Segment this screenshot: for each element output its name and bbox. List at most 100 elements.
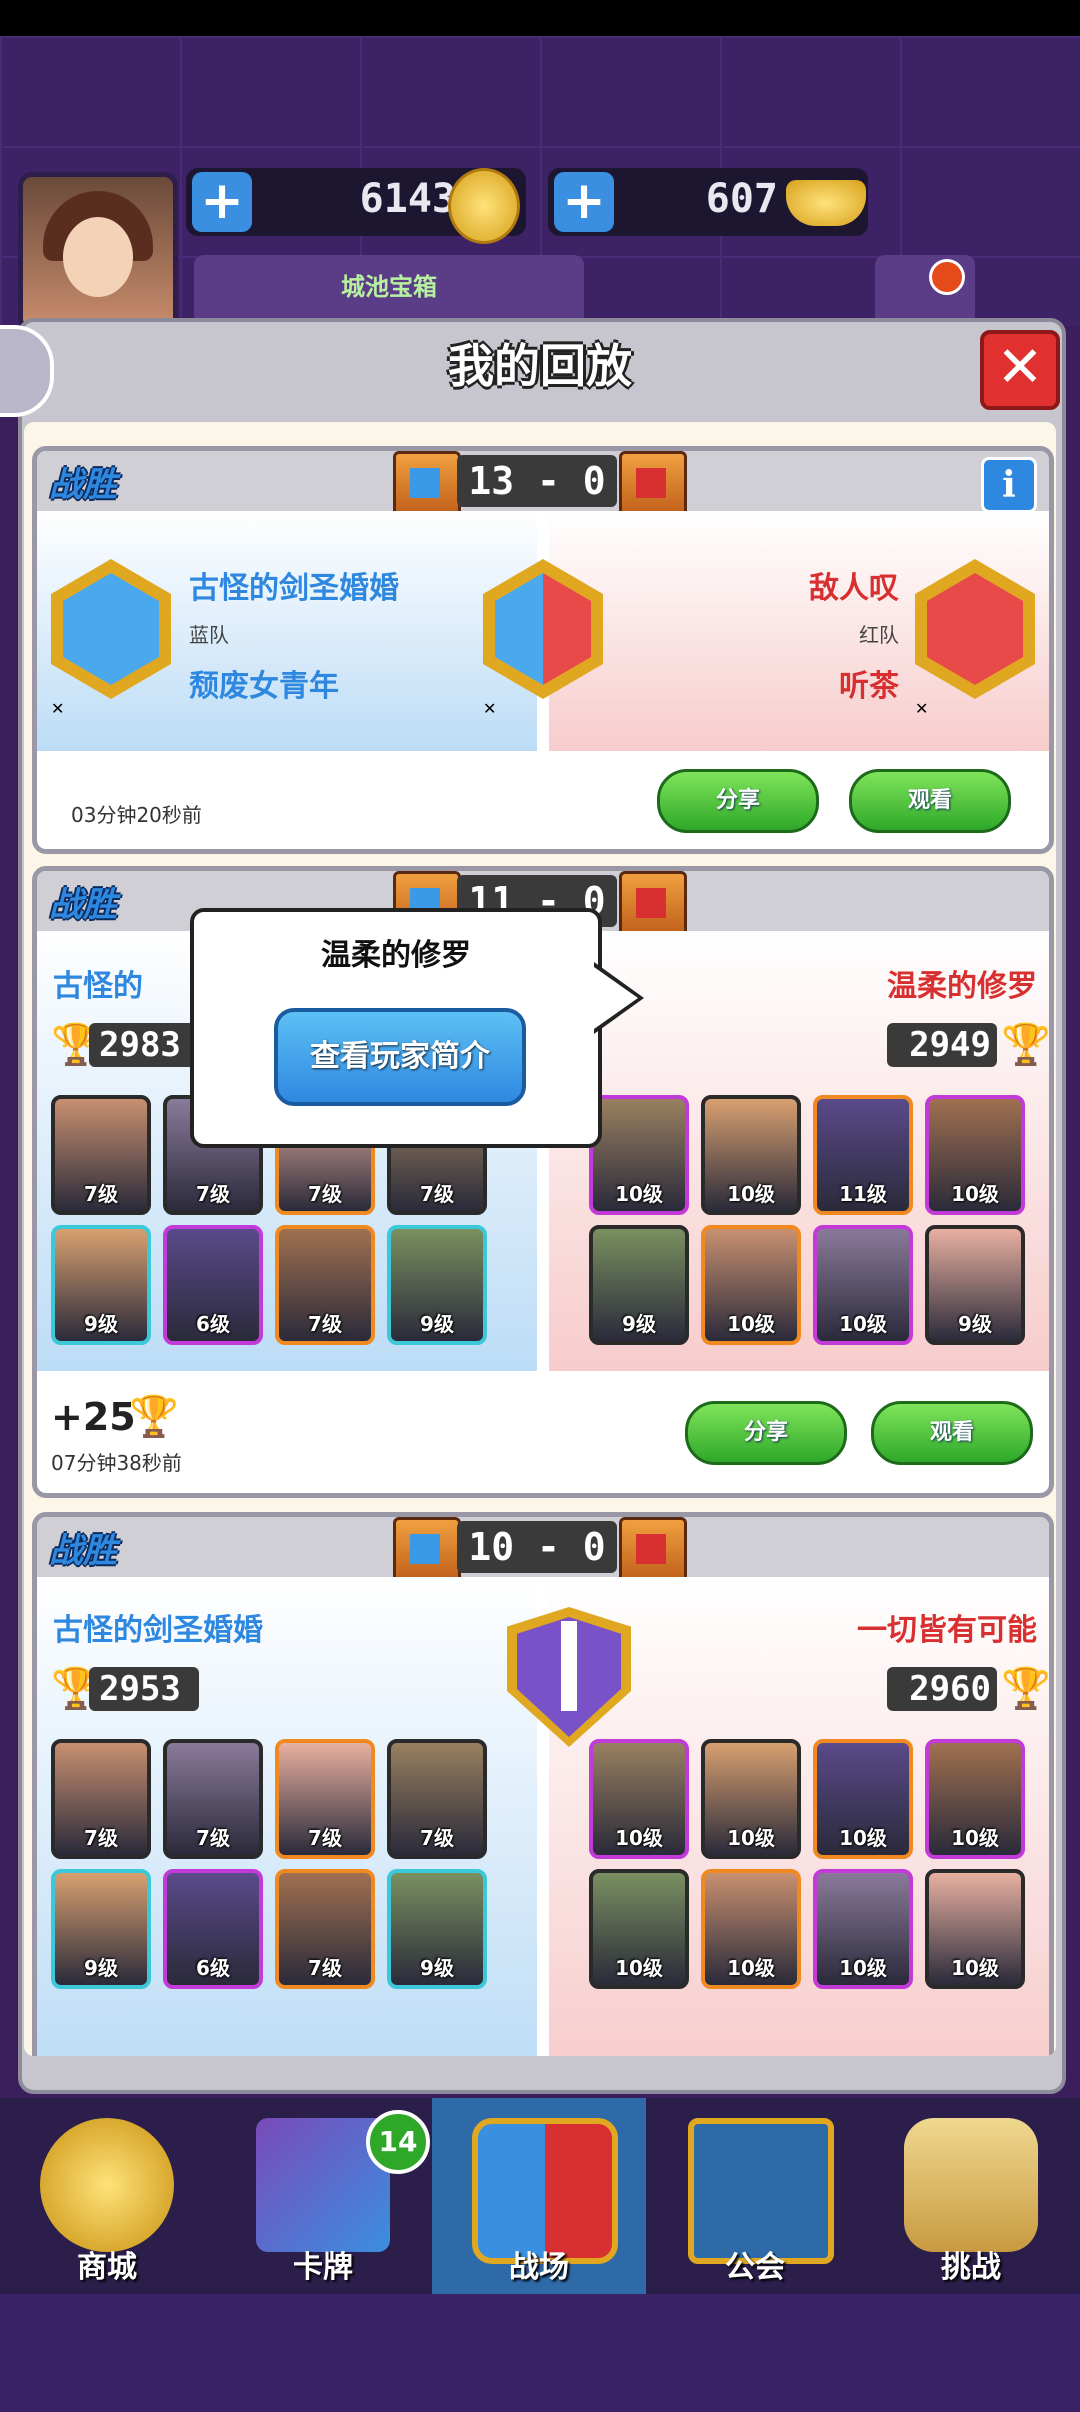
settings-gear-icon[interactable]: [875, 255, 975, 325]
red-hero-card[interactable]: 10级: [925, 1095, 1025, 1215]
blue-hero-card[interactable]: 7级: [275, 1869, 375, 1989]
red-hero-card[interactable]: 10级: [589, 1869, 689, 1989]
red-player-name[interactable]: 敌人叹: [809, 563, 899, 607]
hero-level: 10级: [727, 1312, 775, 1336]
watch-button[interactable]: 观看: [849, 769, 1011, 833]
red-hero-card[interactable]: 10级: [925, 1739, 1025, 1859]
score: 13 - 0: [457, 455, 617, 507]
blue-hero-card[interactable]: 9级: [387, 1869, 487, 1989]
red-team-label: 红队: [859, 623, 899, 647]
nav-label: 战场: [509, 2250, 569, 2285]
red-hero-card[interactable]: 10级: [813, 1869, 913, 1989]
watch-button[interactable]: 观看: [871, 1401, 1033, 1465]
player-avatar[interactable]: [18, 172, 178, 332]
bottom-bar: [0, 2294, 1080, 2412]
hero-level: 7级: [84, 1182, 118, 1206]
red-hero-card[interactable]: 9级: [925, 1225, 1025, 1345]
blue-hero-card[interactable]: 9级: [51, 1869, 151, 1989]
red-gate-icon: [619, 1517, 687, 1583]
trophy-icon: 🏆: [129, 1394, 179, 1440]
red-hero-card[interactable]: 11级: [813, 1095, 913, 1215]
blue-hero-card[interactable]: 7级: [387, 1739, 487, 1859]
nav-shop[interactable]: 商城: [0, 2098, 214, 2294]
red-hero-card[interactable]: 10级: [813, 1739, 913, 1859]
red-player-name[interactable]: 温柔的修罗: [887, 961, 1037, 1005]
modal-title: 我的回放: [448, 339, 632, 393]
hero-level: 10级: [615, 1956, 663, 1980]
blue-team-label: 蓝队: [189, 623, 229, 647]
blue-hero-card[interactable]: 7级: [163, 1739, 263, 1859]
trophy-icon: 🏆: [51, 1022, 101, 1068]
blue-partner-name[interactable]: 颓废女青年: [189, 661, 339, 705]
red-hero-card[interactable]: 10级: [701, 1225, 801, 1345]
red-hero-card[interactable]: 10级: [589, 1095, 689, 1215]
hero-level: 10级: [839, 1826, 887, 1850]
city-chest[interactable]: 城池宝箱: [194, 255, 584, 325]
hero-level: 9级: [84, 1312, 118, 1336]
score: 10 - 0: [457, 1521, 617, 1573]
hero-level: 7级: [196, 1826, 230, 1850]
result-label: 战胜: [49, 465, 117, 505]
notification-dot: [929, 259, 965, 295]
hero-level: 10级: [839, 1312, 887, 1336]
nav-battle[interactable]: 战场: [432, 2098, 646, 2294]
red-hero-card[interactable]: 10级: [925, 1869, 1025, 1989]
red-trophy-count: 2960: [887, 1667, 997, 1711]
red-team-badge-icon: ✕: [915, 559, 1035, 718]
hero-level: 7级: [308, 1826, 342, 1850]
bottom-nav: 商城 卡牌 战场 公会 挑战: [0, 2098, 1080, 2294]
info-button[interactable]: i: [981, 457, 1037, 513]
hero-level: 11级: [839, 1182, 887, 1206]
blue-hero-card[interactable]: 7级: [275, 1225, 375, 1345]
coin-icon: [448, 168, 520, 244]
gold-counter: + 607: [548, 168, 868, 236]
replay-header: 战胜 13 - 0 i: [37, 451, 1049, 517]
hero-level: 7级: [420, 1182, 454, 1206]
red-hero-card[interactable]: 9级: [589, 1225, 689, 1345]
blue-hero-card[interactable]: 7级: [51, 1739, 151, 1859]
view-profile-button[interactable]: 查看玩家简介: [274, 1008, 526, 1106]
chest-title: 城池宝箱: [341, 273, 437, 301]
blue-trophy-count: 2953: [89, 1667, 199, 1711]
trophy-icon: 🏆: [51, 1666, 101, 1712]
red-partner-name[interactable]: 听茶: [839, 661, 899, 705]
hero-level: 6级: [196, 1956, 230, 1980]
share-button[interactable]: 分享: [657, 769, 819, 833]
blue-hero-card[interactable]: 6级: [163, 1225, 263, 1345]
replay-time: 03分钟20秒前: [71, 803, 202, 827]
result-label: 战胜: [49, 1531, 117, 1571]
red-hero-card[interactable]: 10级: [701, 1739, 801, 1859]
nav-challenge[interactable]: 挑战: [864, 2098, 1078, 2294]
nav-guild[interactable]: 公会: [648, 2098, 862, 2294]
blue-hero-card[interactable]: 7级: [275, 1739, 375, 1859]
replay-card: 战胜 13 - 0 i ✕ 古怪的剑圣婚婚 蓝队 颓废女青年 ✕ 敌人叹 红队 …: [32, 446, 1054, 854]
red-hero-card[interactable]: 10级: [701, 1095, 801, 1215]
red-hero-card[interactable]: 10级: [589, 1739, 689, 1859]
replay-card: 战胜 10 - 0 古怪的剑圣婚婚 一切皆有可能 🏆 2953 2960 🏆 7…: [32, 1512, 1054, 2056]
hero-level: 9级: [420, 1956, 454, 1980]
blue-hero-card[interactable]: 9级: [387, 1225, 487, 1345]
hero-level: 10级: [839, 1956, 887, 1980]
hero-level: 9级: [958, 1312, 992, 1336]
add-coins-button[interactable]: +: [192, 172, 252, 232]
nav-label: 挑战: [941, 2250, 1001, 2285]
blue-hero-card[interactable]: 9级: [51, 1225, 151, 1345]
hero-level: 10级: [951, 1182, 999, 1206]
close-button[interactable]: ✕: [980, 330, 1060, 410]
red-hero-card[interactable]: 10级: [813, 1225, 913, 1345]
sword-shield-icon: [507, 1607, 631, 1747]
blue-player-name[interactable]: 古怪的剑圣婚婚: [53, 1605, 263, 1649]
hero-level: 7级: [308, 1182, 342, 1206]
add-gold-button[interactable]: +: [554, 172, 614, 232]
red-hero-card[interactable]: 10级: [701, 1869, 801, 1989]
blue-hero-card[interactable]: 7级: [51, 1095, 151, 1215]
hero-level: 10级: [727, 1956, 775, 1980]
replay-time: 07分钟38秒前: [51, 1451, 182, 1475]
player-popup: 温柔的修罗 查看玩家简介: [190, 908, 644, 1148]
gold-value: 607: [705, 176, 778, 222]
share-button[interactable]: 分享: [685, 1401, 847, 1465]
blue-player-name[interactable]: 古怪的剑圣婚婚: [189, 563, 399, 607]
blue-player-name[interactable]: 古怪的: [53, 961, 143, 1005]
blue-hero-card[interactable]: 6级: [163, 1869, 263, 1989]
red-player-name[interactable]: 一切皆有可能: [857, 1605, 1037, 1649]
